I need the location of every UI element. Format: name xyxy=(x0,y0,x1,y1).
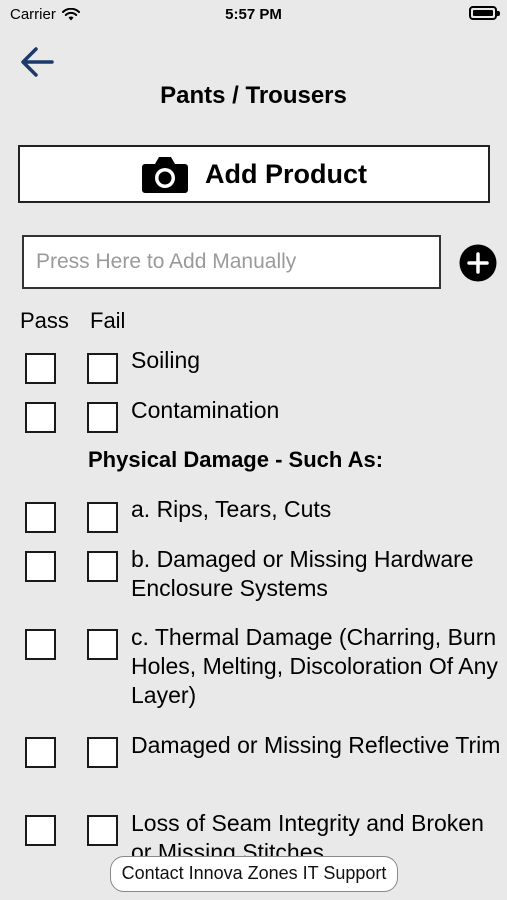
item-label-seam-integrity: Loss of Seam Integrity and Broken or Mis… xyxy=(131,810,484,860)
fail-checkbox-thermal[interactable] xyxy=(87,629,118,660)
fail-checkbox-hardware[interactable] xyxy=(87,551,118,582)
pass-checkbox-reflective-trim[interactable] xyxy=(25,737,56,768)
item-label-thermal: c. Thermal Damage (Charring, Burn Holes,… xyxy=(131,624,498,708)
pass-checkbox-hardware[interactable] xyxy=(25,551,56,582)
pass-checkbox-thermal[interactable] xyxy=(25,629,56,660)
item-label-rips: a. Rips, Tears, Cuts xyxy=(131,496,332,522)
fail-checkbox-seam-integrity[interactable] xyxy=(87,815,118,846)
item-label-contamination: Contamination xyxy=(131,397,280,423)
fail-checkbox-contamination[interactable] xyxy=(87,402,118,433)
pass-checkbox-seam-integrity[interactable] xyxy=(25,815,56,846)
pass-checkbox-contamination[interactable] xyxy=(25,402,56,433)
item-label-hardware: b. Damaged or Missing Hardware Enclosure… xyxy=(131,546,474,601)
fail-checkbox-rips[interactable] xyxy=(87,502,118,533)
fail-checkbox-soiling[interactable] xyxy=(87,353,118,384)
pass-checkbox-soiling[interactable] xyxy=(25,353,56,384)
item-label-soiling: Soiling xyxy=(131,347,201,373)
pass-checkbox-rips[interactable] xyxy=(25,502,56,533)
inspection-checklist: Soiling Contamination Physical Damage - … xyxy=(0,0,507,860)
fail-checkbox-reflective-trim[interactable] xyxy=(87,737,118,768)
item-label-reflective-trim: Damaged or Missing Reflective Trim xyxy=(131,732,501,758)
physical-damage-heading: Physical Damage - Such As: xyxy=(88,447,384,472)
contact-support-button[interactable]: Contact Innova Zones IT Support xyxy=(110,856,398,892)
